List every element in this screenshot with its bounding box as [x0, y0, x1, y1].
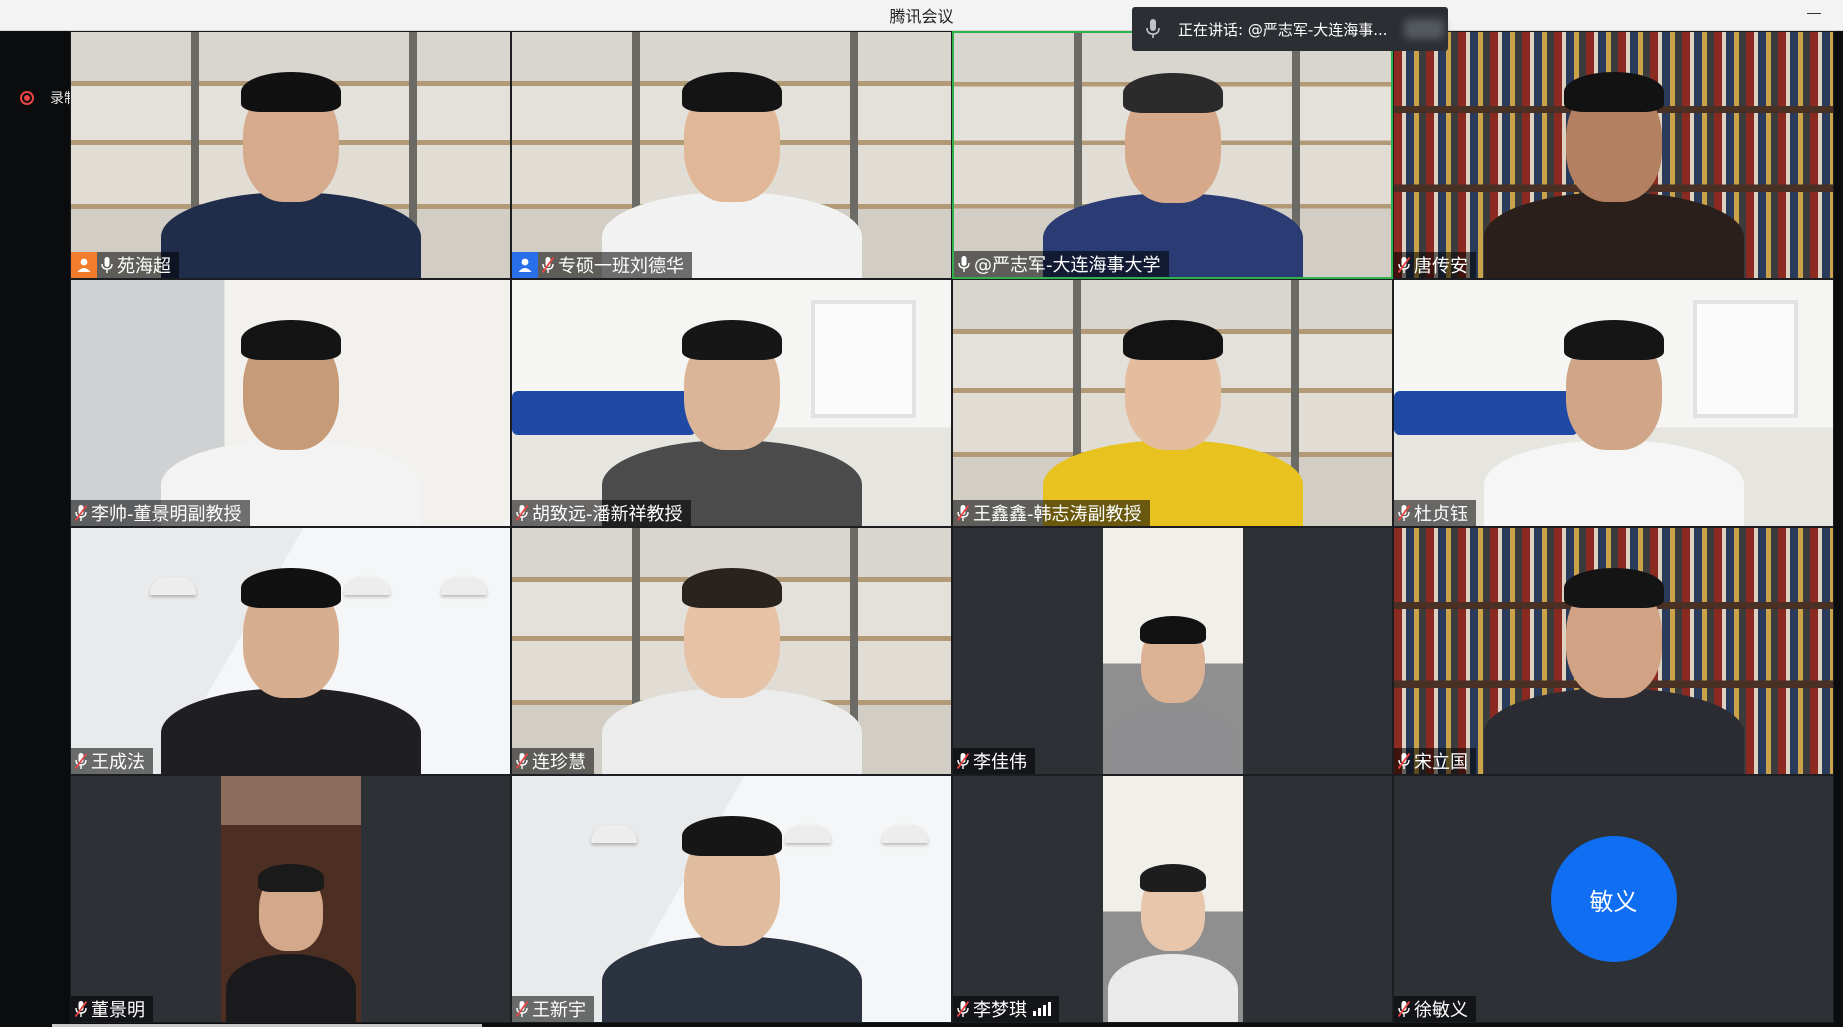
- participant-name-tag: 杜贞钰: [1394, 500, 1476, 526]
- blurred-region: [1404, 19, 1444, 39]
- participant-tile[interactable]: 李帅-董景明副教授: [70, 279, 511, 527]
- mic-muted-icon: [512, 500, 532, 526]
- participant-video-person: [141, 776, 441, 1022]
- participant-video-person: [1464, 528, 1764, 774]
- participant-tile[interactable]: 胡致远-潘新祥教授: [511, 279, 952, 527]
- participant-video-person: [582, 280, 882, 526]
- participant-name: 王鑫鑫-韩志涛副教授: [973, 504, 1142, 525]
- participant-tile[interactable]: 专硕一班刘德华: [511, 31, 952, 279]
- participant-name-tag: 苑海超: [71, 252, 179, 278]
- participant-video-person: [1464, 280, 1764, 526]
- participant-video-person: [582, 776, 882, 1022]
- participant-video-person: [1464, 32, 1764, 278]
- speaking-indicator: 正在讲话: @严志军-大连海事...: [1132, 7, 1448, 51]
- mic-muted-icon: [538, 252, 558, 278]
- participant-name-tag: 胡致远-潘新祥教授: [512, 500, 691, 526]
- speaking-text: 正在讲话: @严志军-大连海事...: [1178, 20, 1388, 39]
- participant-name: 李佳伟: [973, 752, 1027, 773]
- participant-name-tag: 宋立国: [1394, 748, 1476, 774]
- participant-video-person: [141, 32, 441, 278]
- microphone-icon: [1146, 18, 1160, 40]
- mic-muted-icon: [1394, 500, 1414, 526]
- participant-name-tag: 董景明: [71, 996, 153, 1022]
- participant-tile[interactable]: @严志军-大连海事大学: [952, 31, 1393, 279]
- participant-name: 宋立国: [1414, 752, 1468, 773]
- participant-name: 唐传安: [1414, 256, 1468, 277]
- participant-name-tag: 连珍慧: [512, 748, 594, 774]
- participant-tile[interactable]: 杜贞钰: [1393, 279, 1834, 527]
- participant-name: 连珍慧: [532, 752, 586, 773]
- participant-tile[interactable]: 王成法: [70, 527, 511, 775]
- participant-tile[interactable]: 李佳伟: [952, 527, 1393, 775]
- mic-muted-icon: [953, 500, 973, 526]
- participant-video-person: [141, 280, 441, 526]
- minimize-button[interactable]: [1807, 13, 1821, 14]
- participant-name: 胡致远-潘新祥教授: [532, 504, 683, 525]
- participant-tile[interactable]: 连珍慧: [511, 527, 952, 775]
- microphone-icon: [97, 252, 117, 278]
- participant-name-tag: 王鑫鑫-韩志涛副教授: [953, 500, 1150, 526]
- mic-muted-icon: [71, 748, 91, 774]
- participant-video-person: [1023, 280, 1323, 526]
- participant-name: 王成法: [91, 752, 145, 773]
- participant-tile[interactable]: 王新宇: [511, 775, 952, 1023]
- participant-name: 杜贞钰: [1414, 504, 1468, 525]
- participant-video-person: [582, 32, 882, 278]
- video-grid: 苑海超 专硕一班刘德华 @严志军-大连海事大学 唐传安李帅-董景明副教授 胡致远-潘新祥…: [70, 31, 1834, 1023]
- participant-name: 李梦琪: [973, 1000, 1027, 1021]
- participant-name: 苑海超: [117, 256, 171, 277]
- host-icon: [71, 252, 97, 278]
- participant-name-tag: @严志军-大连海事大学: [954, 251, 1169, 277]
- mic-muted-icon: [1394, 252, 1414, 278]
- mic-muted-icon: [71, 996, 91, 1022]
- participant-name: 专硕一班刘德华: [558, 256, 684, 277]
- participant-video-person: [1023, 33, 1323, 277]
- participant-name: 董景明: [91, 1000, 145, 1021]
- participant-name: 王新宇: [532, 1000, 586, 1021]
- network-signal-icon: [1033, 1002, 1051, 1016]
- background-lamp: [882, 825, 929, 844]
- participant-tile[interactable]: 苑海超: [70, 31, 511, 279]
- mic-muted-icon: [953, 748, 973, 774]
- mic-muted-icon: [71, 500, 91, 526]
- participant-name-tag: 唐传安: [1394, 252, 1476, 278]
- participant-tile[interactable]: 敏义徐敏义: [1393, 775, 1834, 1023]
- window-titlebar: 腾讯会议: [0, 0, 1843, 31]
- participant-name-tag: 王成法: [71, 748, 153, 774]
- record-icon: [20, 91, 34, 105]
- participant-avatar: 敏义: [1550, 836, 1677, 962]
- participant-video-person: [1023, 776, 1323, 1022]
- mic-muted-icon: [512, 996, 532, 1022]
- participant-tile[interactable]: 李梦琪: [952, 775, 1393, 1023]
- app-title: 腾讯会议: [889, 7, 954, 26]
- participant-tile[interactable]: 董景明: [70, 775, 511, 1023]
- participant-tile[interactable]: 王鑫鑫-韩志涛副教授: [952, 279, 1393, 527]
- mic-muted-icon: [512, 748, 532, 774]
- participant-video-person: [1023, 528, 1323, 774]
- mic-muted-icon: [1394, 748, 1414, 774]
- participant-name: 徐敏义: [1414, 1000, 1468, 1021]
- participant-video-person: [141, 528, 441, 774]
- participant-tile[interactable]: 唐传安: [1393, 31, 1834, 279]
- participant-name-tag: 王新宇: [512, 996, 594, 1022]
- participant-name: 李帅-董景明副教授: [91, 504, 242, 525]
- microphone-icon: [954, 251, 974, 277]
- participant-tile[interactable]: 宋立国: [1393, 527, 1834, 775]
- participant-name-tag: 李佳伟: [953, 748, 1035, 774]
- participant-name-tag: 专硕一班刘德华: [512, 252, 692, 278]
- participant-name-tag: 徐敏义: [1394, 996, 1476, 1022]
- background-lamp: [441, 577, 488, 596]
- mic-muted-icon: [953, 996, 973, 1022]
- cohost-icon: [512, 252, 538, 278]
- participant-name-tag: 李梦琪: [953, 996, 1059, 1022]
- participant-name-tag: 李帅-董景明副教授: [71, 500, 250, 526]
- mic-muted-icon: [1394, 996, 1414, 1022]
- participant-name: @严志军-大连海事大学: [974, 255, 1161, 276]
- participant-video-person: [582, 528, 882, 774]
